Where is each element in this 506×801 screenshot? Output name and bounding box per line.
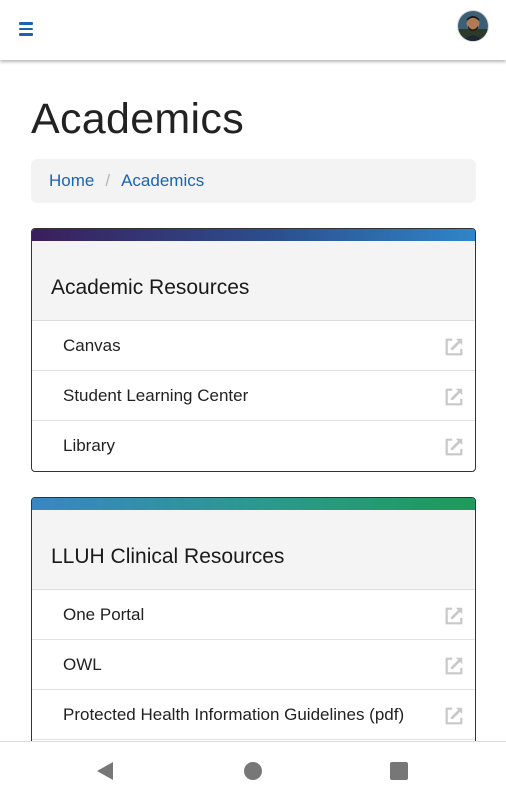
resource-link-one-portal[interactable]: One Portal <box>32 590 475 640</box>
card-header: LLUH Clinical Resources <box>32 510 475 590</box>
card-accent-bar <box>32 229 475 241</box>
app-top-bar <box>0 0 506 60</box>
recents-icon[interactable] <box>388 760 410 782</box>
card-header: Academic Resources <box>32 241 475 321</box>
card-title: Academic Resources <box>51 275 250 299</box>
academic-resources-card: Academic Resources Canvas Student Learni… <box>31 228 476 472</box>
resource-link-label: Library <box>63 436 115 455</box>
home-icon[interactable] <box>242 760 264 782</box>
resource-link-label: Protected Health Information Guidelines … <box>63 704 405 724</box>
hamburger-menu-icon[interactable] <box>16 18 38 40</box>
resource-link-label: Student Learning Center <box>63 385 249 405</box>
system-navigation-bar <box>0 741 506 801</box>
external-link-icon <box>445 657 463 675</box>
lluh-clinical-resources-card: LLUH Clinical Resources One Portal OWL P… <box>31 497 476 757</box>
external-link-icon <box>445 607 463 625</box>
external-link-icon <box>445 388 463 406</box>
resource-link-student-learning-center[interactable]: Student Learning Center <box>32 371 475 421</box>
breadcrumb-academics-link[interactable]: Academics <box>121 171 204 191</box>
resource-link-label: OWL <box>63 654 102 674</box>
resource-link-label: Canvas <box>63 335 121 355</box>
external-link-icon <box>445 707 463 725</box>
resource-link-library[interactable]: Library <box>32 421 475 471</box>
card-title: LLUH Clinical Resources <box>51 544 285 568</box>
resource-link-owl[interactable]: OWL <box>32 640 475 690</box>
card-accent-bar <box>32 498 475 510</box>
back-icon[interactable] <box>94 760 116 782</box>
resource-link-canvas[interactable]: Canvas <box>32 321 475 371</box>
external-link-icon <box>445 338 463 356</box>
external-link-icon <box>445 438 463 456</box>
breadcrumb-separator: / <box>105 171 111 190</box>
user-avatar[interactable] <box>458 11 488 41</box>
page-title: Academics <box>31 95 244 143</box>
breadcrumb-home-link[interactable]: Home <box>49 171 94 191</box>
resource-link-label: One Portal <box>63 604 145 624</box>
breadcrumb: Home / Academics <box>31 159 476 203</box>
resource-link-phi-guidelines[interactable]: Protected Health Information Guidelines … <box>32 690 475 740</box>
